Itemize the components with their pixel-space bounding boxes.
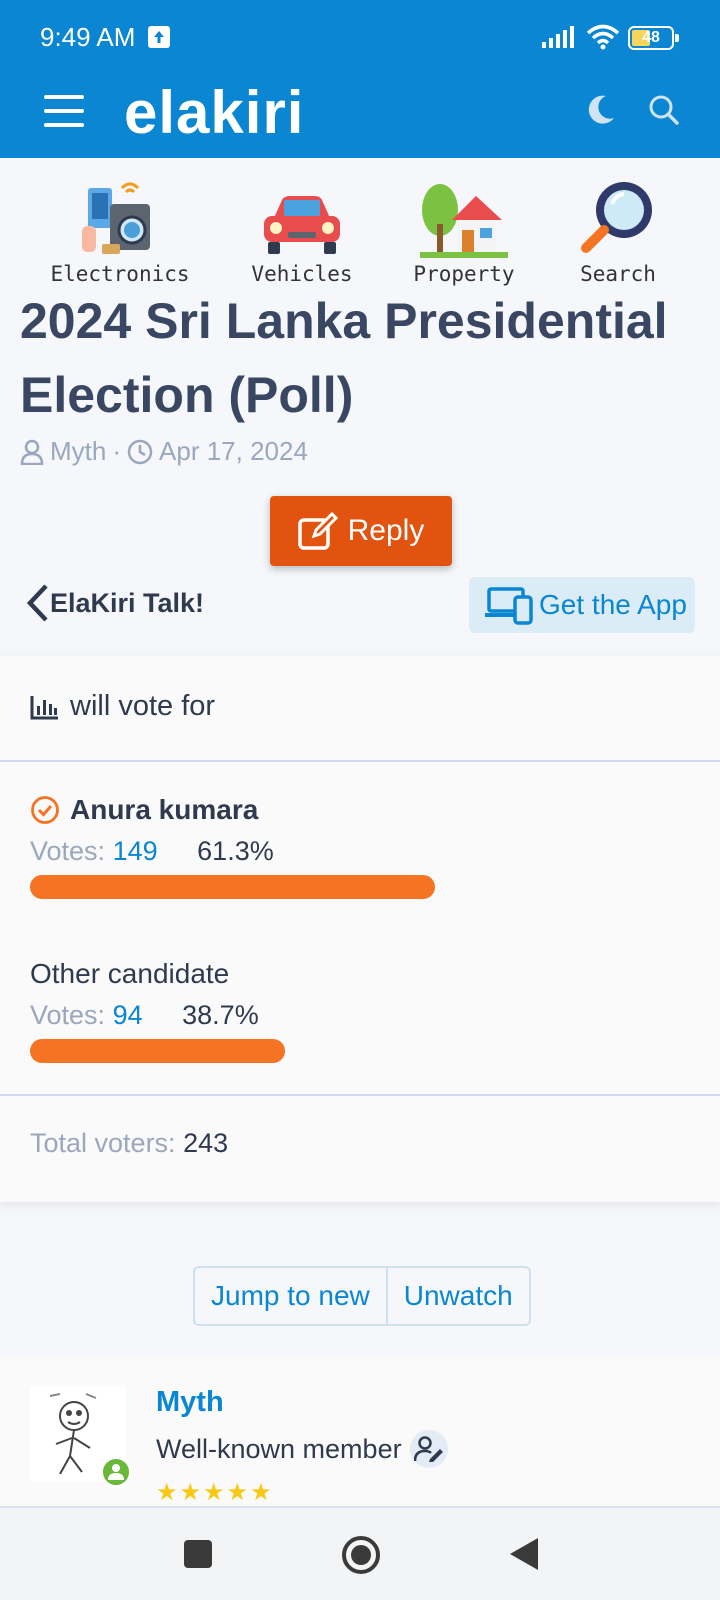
magnifier-icon [581,182,652,253]
poll-option-name: Anura kumara [30,794,690,826]
jump-to-new-button[interactable]: Jump to new [195,1268,386,1324]
option-votes: Votes: 149 61.3% [30,836,690,867]
app-header: 9:49 AM 48 elakiri [0,0,720,158]
category-vehicles[interactable]: Vehicles [227,172,377,286]
user-icon [20,439,44,465]
divider [0,760,720,762]
category-label: Vehicles [251,262,353,286]
page-title: 2024 Sri Lanka Presidential Election (Po… [20,293,668,423]
status-bar: 9:49 AM 48 [0,0,720,78]
category-search[interactable]: Search [543,172,693,286]
back-button[interactable] [508,1536,540,1577]
reply-button[interactable]: Reply [270,496,452,566]
status-time: 9:49 AM [40,22,136,52]
car-icon [264,196,340,254]
clock-icon [127,439,153,465]
poll-block: will vote for Anura kumara Votes: 149 61… [0,656,720,1202]
poll-chart-icon [30,695,58,719]
thread-meta: Myth · Apr 17, 2024 [20,436,308,467]
poll-option: Other candidate Votes: 94 38.7% [30,958,690,1063]
votes-label: Votes: [30,1000,106,1030]
category-property[interactable]: Property [389,172,539,286]
menu-icon[interactable] [44,95,84,129]
back-to-forum-link[interactable]: ElaKiri Talk! [24,584,204,622]
avatar[interactable] [30,1386,132,1488]
poll-option-name: Other candidate [30,958,690,990]
category-label: Electronics [50,262,190,286]
recent-apps-button[interactable] [184,1540,212,1568]
thread-author[interactable]: Myth [50,436,106,467]
chevron-left-icon [26,584,48,622]
search-icon[interactable] [648,94,680,131]
get-app-label: Get the App [539,589,687,620]
poll-option: Anura kumara Votes: 149 61.3% [30,794,690,899]
divider [0,1094,720,1096]
system-nav-bar [0,1506,720,1600]
edit-icon [297,512,338,550]
first-post: Myth Well-known member ★★★★★ [0,1356,720,1506]
poll-question-text: will vote for [70,690,216,722]
category-label: Property [413,262,515,286]
forum-name: ElaKiri Talk! [50,587,205,618]
check-circle-icon [31,796,59,824]
wifi-icon [586,24,620,55]
house-icon [420,184,508,258]
total-value: 243 [183,1128,229,1158]
thread-date[interactable]: Apr 17, 2024 [159,436,308,467]
option-label: Other candidate [30,958,230,989]
reply-label: Reply [347,514,425,547]
dark-mode-icon[interactable] [586,94,616,131]
home-button[interactable] [341,1535,381,1580]
option-label: Anura kumara [70,794,259,825]
post-username[interactable]: Myth [156,1386,224,1419]
category-electronics[interactable]: Electronics [45,172,195,286]
meta-separator: · [112,436,122,466]
battery-level: 48 [642,29,660,46]
poll-question: will vote for [30,690,215,723]
user-role: Well-known member [156,1433,402,1464]
vote-bar [30,875,435,899]
total-label: Total voters: [30,1128,176,1158]
online-indicator [100,1456,132,1488]
get-app-button[interactable]: Get the App [469,577,695,633]
thread-actions: Jump to new Unwatch [193,1266,531,1326]
user-stars: ★★★★★ [156,1479,274,1500]
electronics-icon [82,182,150,254]
site-logo[interactable]: elakiri [124,78,304,147]
votes-label: Votes: [30,836,106,866]
user-edit-icon [409,1430,448,1468]
poll-total: Total voters: 243 [30,1128,228,1159]
upload-notification-icon [148,26,170,48]
unwatch-button[interactable]: Unwatch [388,1268,529,1324]
devices-icon [485,587,533,625]
votes-percent: 38.7% [182,1000,259,1030]
vote-bar [30,1039,285,1063]
battery-icon: 48 [628,26,679,50]
votes-percent: 61.3% [197,836,274,866]
category-label: Search [580,262,656,286]
user-title: Well-known member [156,1430,448,1468]
votes-count[interactable]: 94 [113,1000,143,1030]
category-shortcuts: Electronics Vehicles Property Search [0,172,720,286]
votes-count[interactable]: 149 [113,836,158,866]
signal-icon [542,26,576,53]
option-votes: Votes: 94 38.7% [30,1000,690,1031]
